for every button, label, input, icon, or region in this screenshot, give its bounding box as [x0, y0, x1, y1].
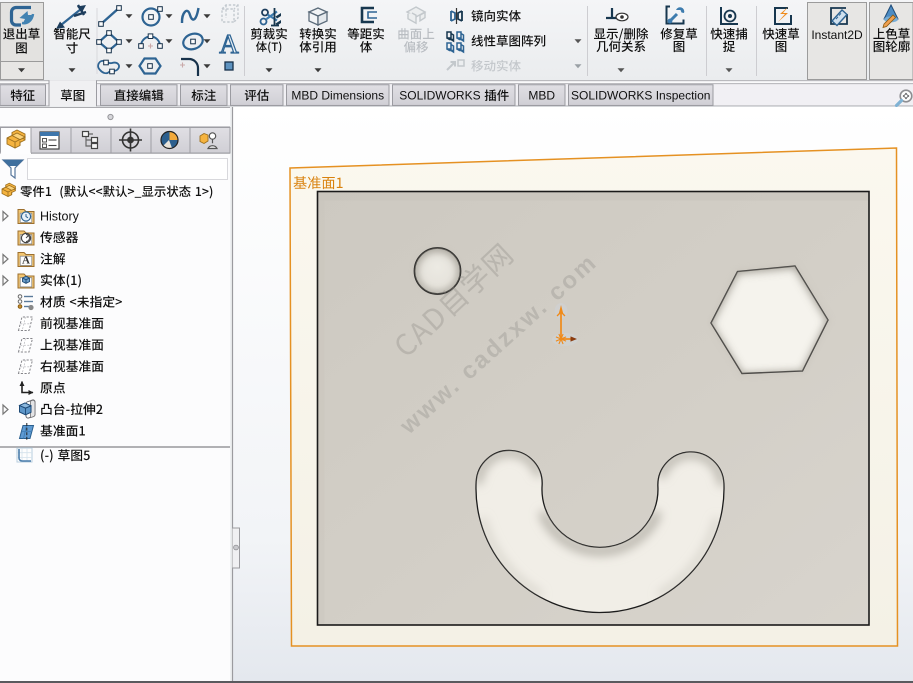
svg-text:SOLIDWORKS Inspection: SOLIDWORKS Inspection	[571, 89, 710, 103]
svg-text:Instant2D: Instant2D	[811, 28, 863, 42]
svg-text:MBD: MBD	[528, 89, 555, 103]
svg-text:A: A	[22, 255, 30, 267]
svg-text:History: History	[40, 210, 80, 224]
svg-text:MBD Dimensions: MBD Dimensions	[291, 89, 384, 103]
svg-text:A: A	[219, 29, 239, 59]
svg-text:SOLIDWORKS: SOLIDWORKS	[399, 89, 480, 103]
